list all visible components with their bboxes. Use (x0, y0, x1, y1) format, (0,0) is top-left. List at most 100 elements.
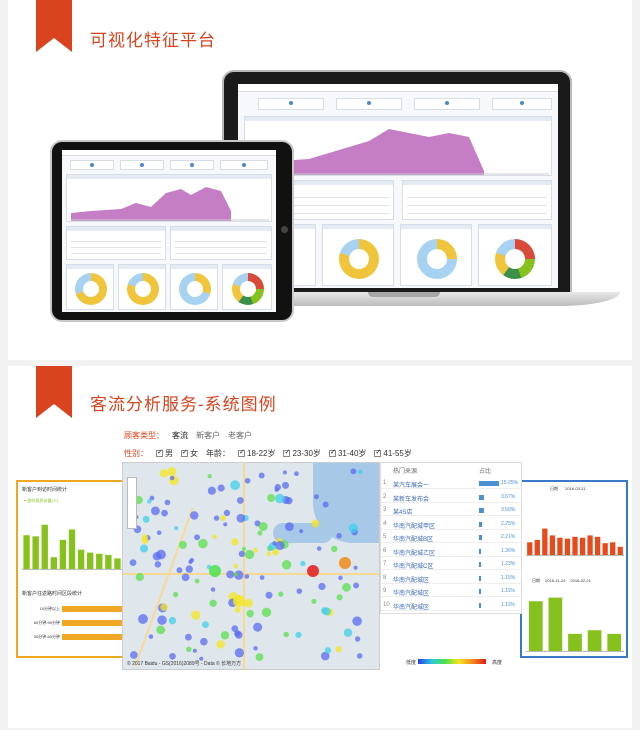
list-item-name[interactable]: 华南汽配城甲区 (393, 521, 435, 530)
heat-spot (281, 560, 292, 570)
tab-old-customer[interactable]: 老客户 (228, 430, 252, 441)
age-31-40-checkbox[interactable]: 31-40岁 (328, 448, 366, 459)
list-item-name[interactable]: 华南汽配城区 (393, 588, 429, 597)
heat-spot (336, 594, 343, 601)
list-item-pct: 3.67% (501, 493, 516, 500)
heat-spot (188, 559, 193, 564)
list-item-bar (479, 494, 484, 500)
heat-spot (316, 546, 322, 551)
right-date-value[interactable]: 2016-03-21 (565, 486, 585, 491)
age-18-22-checkbox[interactable]: 18-22岁 (238, 448, 275, 459)
heat-spot (154, 561, 162, 568)
heat-spot (220, 631, 230, 640)
heat-spot (174, 526, 179, 531)
bar (527, 542, 533, 556)
heat-spot (231, 538, 239, 546)
left-card-legend: ━ 各时段到访量(人) (24, 498, 59, 503)
list-item-bar (479, 562, 481, 567)
list-item[interactable]: 5 华南汽配城B区 2.21% (381, 531, 521, 543)
bar (68, 529, 76, 570)
left-card-title: 新客户到访时间统计 (22, 487, 68, 493)
heat-spot (210, 587, 216, 592)
list-item-index: 7 (383, 561, 387, 567)
list-item[interactable]: 9 华南汽配城区 1.11% (381, 585, 521, 597)
age-23-30-checkbox[interactable]: 23-30岁 (283, 448, 321, 459)
list-item-index: 2 (383, 493, 387, 500)
bar (602, 543, 608, 556)
bar (32, 536, 39, 570)
list-header: 热门来源 占比 (381, 463, 521, 475)
heat-spot (168, 616, 177, 625)
list-item[interactable]: 1 某汽车展会一 15.25% (381, 477, 521, 489)
list-item-pct: 3.50% (501, 507, 516, 513)
map-zoom-control[interactable] (127, 477, 137, 529)
list-item-pct: 1.36% (501, 547, 516, 554)
heat-spot (244, 549, 255, 560)
list-item-name[interactable]: 某4S店 (393, 507, 412, 516)
heat-hotspot (209, 565, 221, 577)
heat-spot (157, 615, 167, 625)
heat-spot (324, 647, 332, 654)
heat-spot (141, 534, 148, 541)
heat-spot (234, 606, 241, 613)
heat-spot (152, 551, 162, 561)
heat-spot (234, 648, 245, 658)
heat-spot (255, 653, 264, 662)
gender-male-checkbox[interactable]: 男 (156, 448, 173, 459)
list-item-name[interactable]: 华南汽配城区 (393, 575, 429, 584)
list-item-bar (479, 521, 482, 527)
list-item[interactable]: 6 华南汽配城乙区 1.36% (381, 545, 521, 557)
bar (528, 601, 543, 652)
heat-spot (352, 616, 362, 626)
list-item-bar (479, 535, 482, 540)
heat-map[interactable]: © 2017 Baidu - GS(2016)2089号 - Data © 长地… (122, 462, 380, 670)
list-item-index: 1 (383, 480, 387, 486)
heat-spot (244, 598, 253, 608)
tab-new-customer[interactable]: 新客户 (196, 430, 220, 441)
heat-spot (164, 499, 171, 506)
bar (610, 542, 616, 556)
list-item-index: 4 (383, 520, 387, 527)
list-item-name[interactable]: 华南汽配城C区 (393, 561, 433, 570)
heat-spot (138, 614, 148, 625)
list-item[interactable]: 4 华南汽配城甲区 2.25% (381, 518, 521, 530)
list-item-name[interactable]: 某汽车展会一 (393, 480, 429, 489)
heat-spot (343, 628, 353, 637)
list-item-name[interactable]: 华南汽配城B区 (393, 534, 433, 543)
heat-spot (244, 574, 250, 579)
list-item[interactable]: 7 华南汽配城C区 1.23% (381, 558, 521, 570)
laptop-notch (368, 292, 440, 297)
bar (564, 538, 571, 556)
heat-legend: 低度 高度 (404, 654, 520, 668)
heat-spot (159, 469, 169, 478)
list-item-bar (479, 508, 484, 513)
right-date-label2: 日期 (532, 578, 540, 583)
bar (542, 528, 548, 556)
heat-spot (353, 565, 358, 570)
heat-spot (266, 551, 272, 557)
gender-female-checkbox[interactable]: 女 (181, 448, 198, 459)
age-41-55-checkbox[interactable]: 41-55岁 (374, 448, 412, 459)
heat-spot (253, 622, 263, 632)
list-item-index: 9 (383, 588, 387, 594)
right-date-value3[interactable]: 2016-02-21 (570, 578, 590, 583)
heat-spot (253, 547, 258, 553)
list-item-name[interactable]: 华南汽配城区 (393, 602, 429, 611)
list-item[interactable]: 10 华南汽配城区 1.11% (381, 599, 521, 611)
heat-spot (192, 648, 197, 653)
heat-spot (272, 548, 280, 556)
list-item-name[interactable]: 某新车发布会 (393, 494, 429, 503)
tab-traffic[interactable]: 客流 (172, 430, 188, 441)
list-item[interactable]: 3 某4S店 3.50% (381, 504, 521, 516)
heat-spot (194, 534, 201, 541)
right-date-value2[interactable]: 2016-11-24 (545, 578, 565, 583)
list-item[interactable]: 8 华南汽配城区 1.15% (381, 572, 521, 584)
heat-spot (216, 640, 225, 649)
bar (41, 524, 48, 570)
list-item-name[interactable]: 华南汽配城乙区 (393, 548, 435, 557)
bar (549, 535, 556, 556)
heat-spot (161, 509, 168, 517)
heat-spot (129, 651, 138, 659)
list-item[interactable]: 2 某新车发布会 3.67% (381, 491, 521, 503)
tablet-home-button (281, 226, 288, 233)
